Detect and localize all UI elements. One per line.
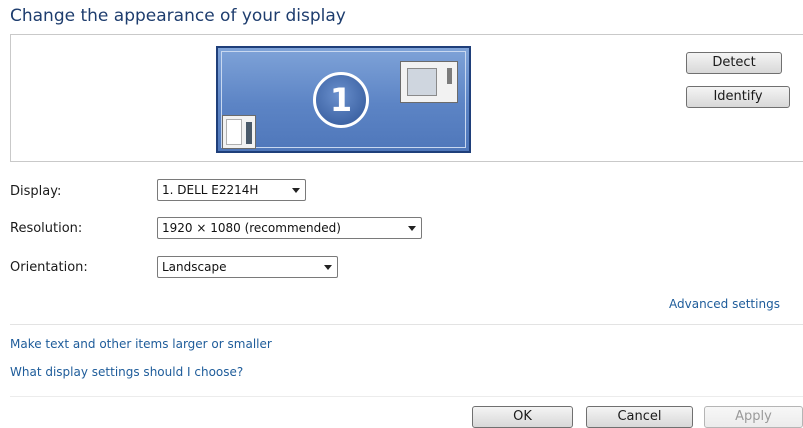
ok-button[interactable]: OK — [472, 406, 573, 428]
footer-divider — [10, 396, 803, 397]
resolution-label: Resolution: — [10, 221, 83, 236]
text-size-link[interactable]: Make text and other items larger or smal… — [10, 337, 272, 351]
resolution-select[interactable]: 1920 × 1080 (recommended) — [157, 217, 422, 239]
window-scrollbar — [447, 68, 452, 84]
advanced-settings-link[interactable]: Advanced settings — [669, 297, 780, 311]
chevron-down-icon — [292, 188, 300, 193]
window-pane — [226, 119, 242, 145]
page-title: Change the appearance of your display — [10, 6, 346, 26]
chevron-down-icon — [324, 265, 332, 270]
window-icon — [222, 115, 256, 149]
window-scrollbar — [246, 122, 252, 144]
cancel-button[interactable]: Cancel — [586, 406, 693, 428]
resolution-select-value: 1920 × 1080 (recommended) — [162, 221, 341, 235]
display-label: Display: — [10, 184, 62, 199]
chevron-down-icon — [408, 226, 416, 231]
orientation-label: Orientation: — [10, 260, 88, 275]
window-pane — [407, 68, 437, 96]
orientation-select[interactable]: Landscape — [157, 256, 338, 278]
display-settings-help-link[interactable]: What display settings should I choose? — [10, 365, 243, 379]
detect-button[interactable]: Detect — [686, 52, 782, 74]
apply-button: Apply — [704, 406, 803, 428]
display-select[interactable]: 1. DELL E2214H — [157, 179, 306, 201]
display-select-value: 1. DELL E2214H — [162, 183, 259, 197]
monitor-icon[interactable]: 1 — [216, 46, 471, 153]
section-divider — [10, 324, 803, 325]
monitor-number-badge: 1 — [313, 72, 369, 128]
display-preview-area: 1 Detect Identify — [10, 34, 803, 162]
identify-button[interactable]: Identify — [686, 86, 790, 108]
window-icon — [400, 61, 458, 103]
orientation-select-value: Landscape — [162, 260, 227, 274]
